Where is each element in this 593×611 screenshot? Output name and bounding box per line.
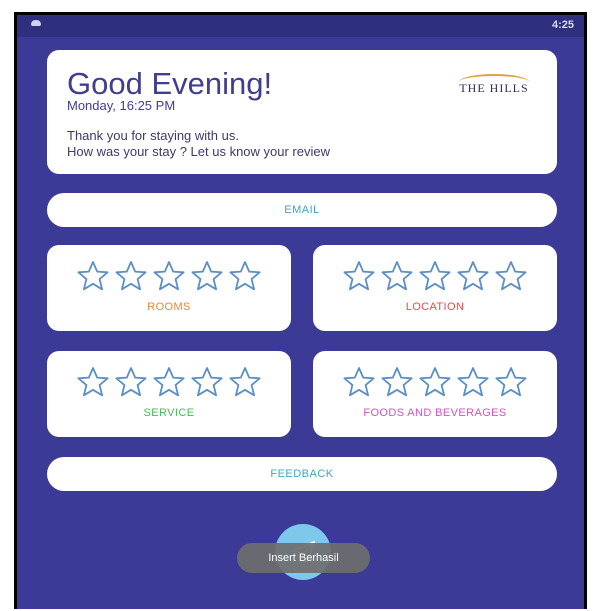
greeting-message-line: How was your stay ? Let us know your rev…	[67, 144, 330, 159]
rating-card-location: LOCATION	[313, 245, 557, 331]
email-button[interactable]: EMAIL	[47, 193, 557, 227]
star-rating-service[interactable]	[47, 365, 291, 399]
star-icon[interactable]	[417, 259, 453, 293]
star-icon[interactable]	[227, 365, 263, 399]
star-icon[interactable]	[493, 259, 529, 293]
star-icon[interactable]	[189, 259, 225, 293]
star-icon[interactable]	[379, 365, 415, 399]
star-icon[interactable]	[379, 259, 415, 293]
star-icon[interactable]	[455, 259, 491, 293]
greeting-title: Good Evening!	[67, 66, 273, 101]
rating-card-foods-and-beverages: FOODS AND BEVERAGES	[313, 351, 557, 437]
star-icon[interactable]	[113, 259, 149, 293]
app-screen: 4:25 Good Evening! Monday, 16:25 PM Than…	[17, 15, 584, 609]
greeting-message-line: Thank you for staying with us.	[67, 128, 239, 143]
star-icon[interactable]	[341, 259, 377, 293]
star-icon[interactable]	[75, 365, 111, 399]
rating-label-foods-and-beverages: FOODS AND BEVERAGES	[363, 407, 507, 419]
star-icon[interactable]	[113, 365, 149, 399]
rating-card-rooms: ROOMS	[47, 245, 291, 331]
hotel-logo: THE HILLS	[439, 74, 549, 104]
rating-label-location: LOCATION	[405, 301, 465, 313]
star-icon[interactable]	[75, 259, 111, 293]
device-frame: 4:25 Good Evening! Monday, 16:25 PM Than…	[14, 12, 587, 609]
star-icon[interactable]	[455, 365, 491, 399]
star-icon[interactable]	[493, 365, 529, 399]
rating-card-service: SERVICE	[47, 351, 291, 437]
rating-label-rooms: ROOMS	[147, 301, 191, 313]
star-icon[interactable]	[417, 365, 453, 399]
rating-label-service: SERVICE	[143, 407, 195, 419]
star-icon[interactable]	[151, 365, 187, 399]
status-bar: 4:25	[17, 15, 584, 37]
toast-message: Insert Berhasil	[237, 543, 370, 573]
logo-text: THE HILLS	[459, 81, 529, 95]
star-rating-location[interactable]	[313, 259, 557, 293]
greeting-date: Monday, 16:25 PM	[67, 98, 176, 113]
greeting-message: Thank you for staying with us. How was y…	[67, 128, 487, 160]
status-time: 4:25	[551, 19, 574, 31]
star-icon[interactable]	[341, 365, 377, 399]
star-rating-rooms[interactable]	[47, 259, 291, 293]
feedback-button[interactable]: FEEDBACK	[47, 457, 557, 491]
star-rating-foods-and-beverages[interactable]	[313, 365, 557, 399]
notification-icon	[31, 20, 41, 26]
star-icon[interactable]	[189, 365, 225, 399]
star-icon[interactable]	[151, 259, 187, 293]
star-icon[interactable]	[227, 259, 263, 293]
greeting-card: Good Evening! Monday, 16:25 PM Thank you…	[47, 50, 557, 174]
